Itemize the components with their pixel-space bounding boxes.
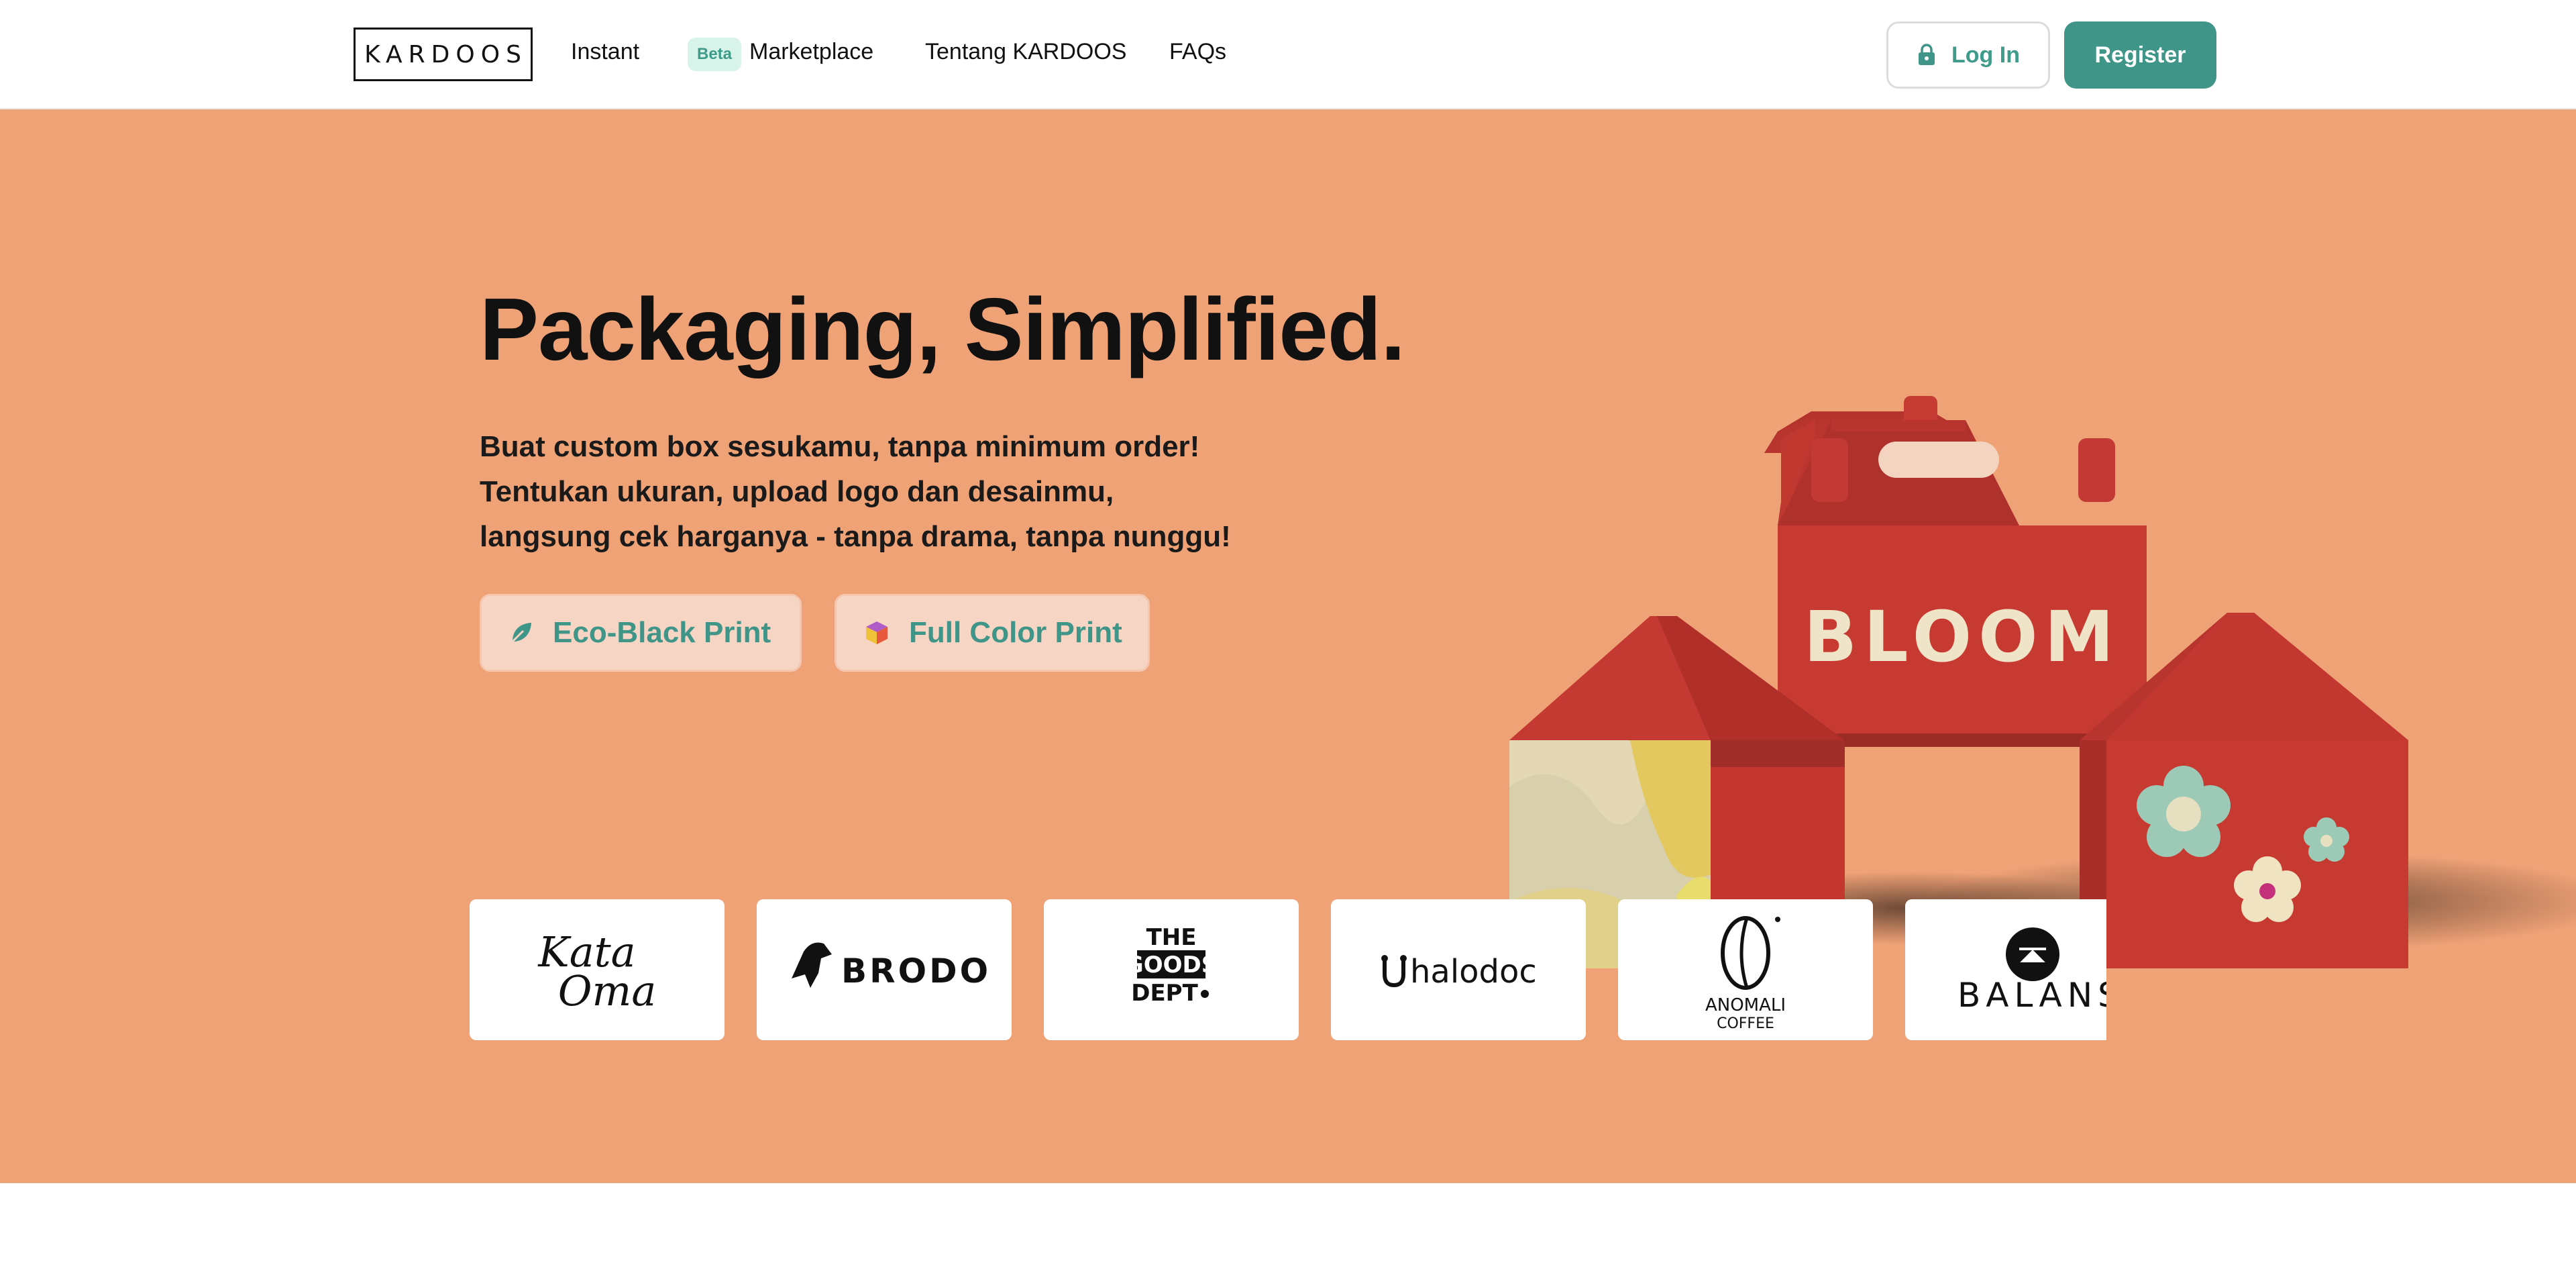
hero-section: Packaging, Simplified. Buat custom box s…: [0, 109, 2576, 1183]
hero-title: Packaging, Simplified.: [480, 280, 1405, 378]
full-color-print-label: Full Color Print: [909, 616, 1122, 649]
nav-link-marketplace[interactable]: Marketplace: [749, 39, 873, 65]
goods-logo-text: THE: [1146, 924, 1197, 951]
top-nav: KARDOOS Instant Beta Marketplace Tentang…: [0, 0, 2576, 109]
goods-logo-text: DEPT: [1131, 980, 1198, 1007]
beta-badge: Beta: [688, 38, 741, 71]
hero-description-line: langsung cek harganya - tanpa drama, tan…: [480, 520, 1231, 553]
anomali-logo-text: ANOMALI: [1705, 995, 1786, 1015]
hero-description-line: Buat custom box sesukamu, tanpa minimum …: [480, 430, 1200, 463]
leaf-icon: [511, 623, 531, 643]
login-button[interactable]: Log In: [1886, 21, 2050, 89]
register-label: Register: [2094, 42, 2186, 68]
nav-link-about[interactable]: Tentang KARDOOS: [925, 39, 1126, 65]
login-label: Log In: [1951, 42, 2020, 68]
nav-link-instant[interactable]: Instant: [571, 39, 639, 65]
brand-logo-goods-dept: THE GOODS DEPT: [1044, 899, 1299, 1040]
nav-link-faqs[interactable]: FAQs: [1169, 39, 1226, 65]
stethoscope-icon: [1383, 960, 1405, 988]
balans-logo-text: BALANS: [1957, 976, 2106, 1015]
brand-logo-anomali: ANOMALI COFFEE: [1618, 899, 1873, 1040]
color-cube-icon: [866, 621, 888, 644]
register-button[interactable]: Register: [2064, 21, 2216, 89]
kardoos-logo[interactable]: KARDOOS: [354, 28, 533, 81]
packaging-boxes-illustration: BLOOM: [1509, 396, 2576, 968]
anomali-logo-text: COFFEE: [1717, 1015, 1774, 1032]
bird-icon: [792, 942, 832, 988]
kataoma-logo-text: Oma: [558, 966, 657, 1015]
page-content-area: [0, 1183, 2576, 1263]
halodoc-logo-text: halodoc: [1410, 953, 1537, 991]
eco-black-print-button[interactable]: Eco-Black Print: [480, 594, 802, 672]
brand-logo-brodo: BRODO: [757, 899, 1012, 1040]
brand-logo-kataoma: Kata Oma: [470, 899, 724, 1040]
brodo-logo-text: BRODO: [841, 952, 991, 991]
box-brand-text: BLOOM: [1804, 596, 2121, 678]
brand-logo-halodoc: halodoc: [1331, 899, 1586, 1040]
hero-description: Buat custom box sesukamu, tanpa minimum …: [480, 424, 1231, 559]
hero-description-line: Tentukan ukuran, upload logo dan desainm…: [480, 475, 1114, 508]
goods-logo-text: GOODS: [1125, 952, 1218, 978]
full-color-print-button[interactable]: Full Color Print: [835, 594, 1150, 672]
lock-icon: [1919, 44, 1935, 65]
eco-black-print-label: Eco-Black Print: [553, 616, 771, 649]
brand-logo-balans: BALANS: [1905, 899, 2106, 1040]
